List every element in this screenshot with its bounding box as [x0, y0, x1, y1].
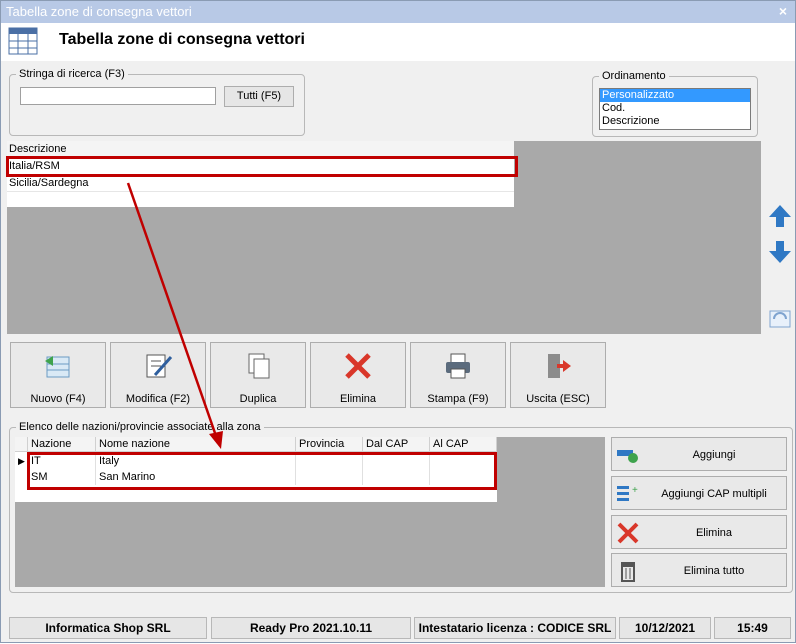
column-header[interactable]: Provincia	[296, 437, 363, 452]
page-title: Tabella zone di consegna vettori	[59, 31, 305, 48]
status-company: Informatica Shop SRL	[9, 617, 207, 639]
remove-all-button[interactable]: Elimina tutto	[611, 553, 787, 587]
add-label: Aggiungi	[692, 449, 736, 461]
nations-legend: Elenco delle nazioni/provincie associate…	[19, 421, 261, 433]
move-up-icon[interactable]	[767, 203, 793, 229]
exit-door-icon	[548, 354, 571, 378]
new-label: Nuovo (F4)	[30, 393, 86, 405]
sort-option[interactable]: Descrizione	[600, 115, 750, 128]
table-grid-icon	[8, 27, 38, 55]
column-header[interactable]: Dal CAP	[363, 437, 430, 452]
new-record-icon	[45, 356, 70, 378]
edit-label: Modifica (F2)	[125, 393, 191, 405]
all-button[interactable]: Tutti (F5)	[224, 86, 294, 107]
column-header[interactable]: Nazione	[28, 437, 96, 452]
status-date: 10/12/2021	[619, 617, 711, 639]
column-header[interactable]: Al CAP	[430, 437, 497, 452]
remove-button[interactable]: Elimina	[611, 515, 787, 549]
new-button[interactable]: Nuovo (F4)	[10, 342, 106, 408]
close-icon[interactable]: ×	[779, 3, 787, 19]
svg-text:+: +	[632, 485, 638, 496]
printer-icon	[446, 353, 470, 379]
remove-all-label: Elimina tutto	[683, 565, 745, 577]
remove-icon	[617, 522, 639, 544]
edit-button[interactable]: Modifica (F2)	[110, 342, 206, 408]
edit-icon	[146, 354, 173, 378]
delete-button[interactable]: Elimina	[310, 342, 406, 408]
sort-option[interactable]: Cod.	[600, 102, 750, 115]
add-row-icon	[617, 450, 638, 463]
status-license: Intestatario licenza : CODICE SRL	[414, 617, 616, 639]
remove-label: Elimina	[695, 527, 733, 539]
status-time: 15:49	[714, 617, 791, 639]
move-down-icon[interactable]	[767, 239, 793, 265]
sort-listbox[interactable]: Personalizzato Cod. Descrizione	[599, 88, 751, 130]
duplicate-label: Duplica	[239, 393, 277, 405]
refresh-icon[interactable]	[767, 306, 793, 332]
search-input[interactable]	[20, 87, 216, 105]
add-button[interactable]: Aggiungi	[611, 437, 787, 471]
window-title: Tabella zone di consegna vettori	[6, 4, 192, 19]
column-header[interactable]: Nome nazione	[96, 437, 296, 452]
delete-label: Elimina	[339, 393, 377, 405]
exit-button[interactable]: Uscita (ESC)	[510, 342, 606, 408]
row-indicator-header	[15, 437, 28, 452]
trash-icon	[621, 562, 635, 582]
highlight-box	[6, 156, 518, 177]
page-header: Tabella zone di consegna vettori	[1, 23, 795, 61]
add-cap-label: Aggiungi CAP multipli	[661, 488, 767, 500]
title-bar: Tabella zone di consegna vettori ×	[1, 1, 795, 23]
highlight-box	[27, 452, 497, 490]
status-version: Ready Pro 2021.10.11	[211, 617, 411, 639]
table-row[interactable]: Sicilia/Sardegna	[7, 175, 514, 192]
exit-label: Uscita (ESC)	[526, 393, 590, 405]
duplicate-icon	[248, 353, 270, 379]
print-button[interactable]: Stampa (F9)	[410, 342, 506, 408]
search-legend: Stringa di ricerca (F3)	[19, 68, 125, 80]
sort-option[interactable]: Personalizzato	[600, 89, 750, 102]
delete-icon	[345, 353, 371, 379]
add-multiple-icon: +	[617, 485, 638, 501]
print-label: Stampa (F9)	[427, 393, 489, 405]
duplicate-button[interactable]: Duplica	[210, 342, 306, 408]
main-window: Tabella zone di consegna vettori × Tabel…	[0, 0, 796, 643]
sort-legend: Ordinamento	[602, 70, 666, 82]
add-cap-button[interactable]: + Aggiungi CAP multipli	[611, 476, 787, 510]
